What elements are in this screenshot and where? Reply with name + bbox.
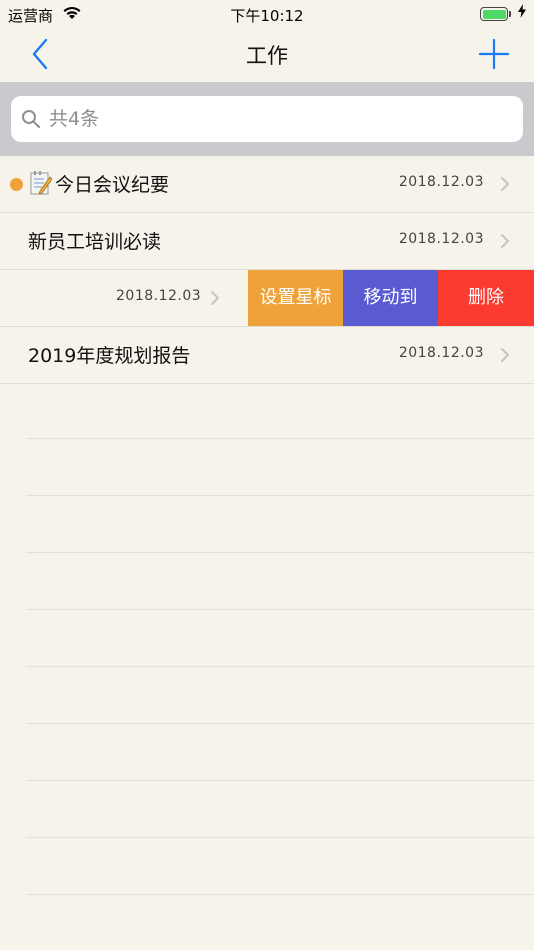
divider	[26, 894, 534, 895]
list-item[interactable]: 2019年度规划报告 2018.12.03	[0, 327, 534, 384]
list-item[interactable]: 新员工培训必读 2018.12.03	[0, 213, 534, 270]
add-note-button[interactable]	[478, 38, 510, 70]
set-star-button[interactable]: 设置星标	[248, 270, 343, 326]
battery-tip	[509, 11, 511, 17]
plus-icon	[478, 38, 510, 70]
list-item-swiped[interactable]: 2018.12.03 设置星标 移动到 删除	[0, 270, 534, 327]
divider	[26, 438, 534, 439]
note-date: 2018.12.03	[398, 231, 484, 247]
move-to-button[interactable]: 移动到	[343, 270, 438, 326]
status-bar: 运营商 下午10:12	[0, 0, 534, 28]
search-box[interactable]	[11, 96, 523, 142]
divider	[26, 780, 534, 781]
note-title: 2019年度规划报告	[28, 345, 191, 367]
note-date: 2018.12.03	[116, 288, 202, 304]
chevron-right-icon	[501, 177, 510, 191]
delete-button[interactable]: 删除	[438, 270, 534, 326]
search-input[interactable]	[49, 104, 509, 134]
divider	[26, 552, 534, 553]
chevron-right-icon	[211, 291, 220, 305]
page-title: 工作	[246, 44, 288, 68]
note-date: 2018.12.03	[398, 174, 484, 190]
list-item[interactable]: 今日会议纪要 2018.12.03	[0, 156, 534, 213]
note-title: 新员工培训必读	[28, 231, 162, 253]
notes-list: 今日会议纪要 2018.12.03 新员工培训必读 2018.12.03 201…	[0, 156, 534, 384]
divider	[26, 723, 534, 724]
divider	[26, 837, 534, 838]
divider	[26, 666, 534, 667]
search-bar-container	[0, 82, 534, 156]
divider	[26, 495, 534, 496]
status-time: 下午10:12	[230, 7, 304, 25]
chevron-right-icon	[501, 234, 510, 248]
search-icon	[22, 110, 40, 128]
chevron-right-icon	[501, 348, 510, 362]
charging-icon	[518, 4, 526, 22]
divider	[26, 609, 534, 610]
note-date: 2018.12.03	[398, 345, 484, 361]
navigation-bar: 工作	[0, 28, 534, 82]
star-dot-icon	[10, 178, 23, 191]
memo-icon	[30, 171, 52, 195]
battery-icon	[480, 7, 508, 21]
note-title: 今日会议纪要	[55, 174, 170, 196]
